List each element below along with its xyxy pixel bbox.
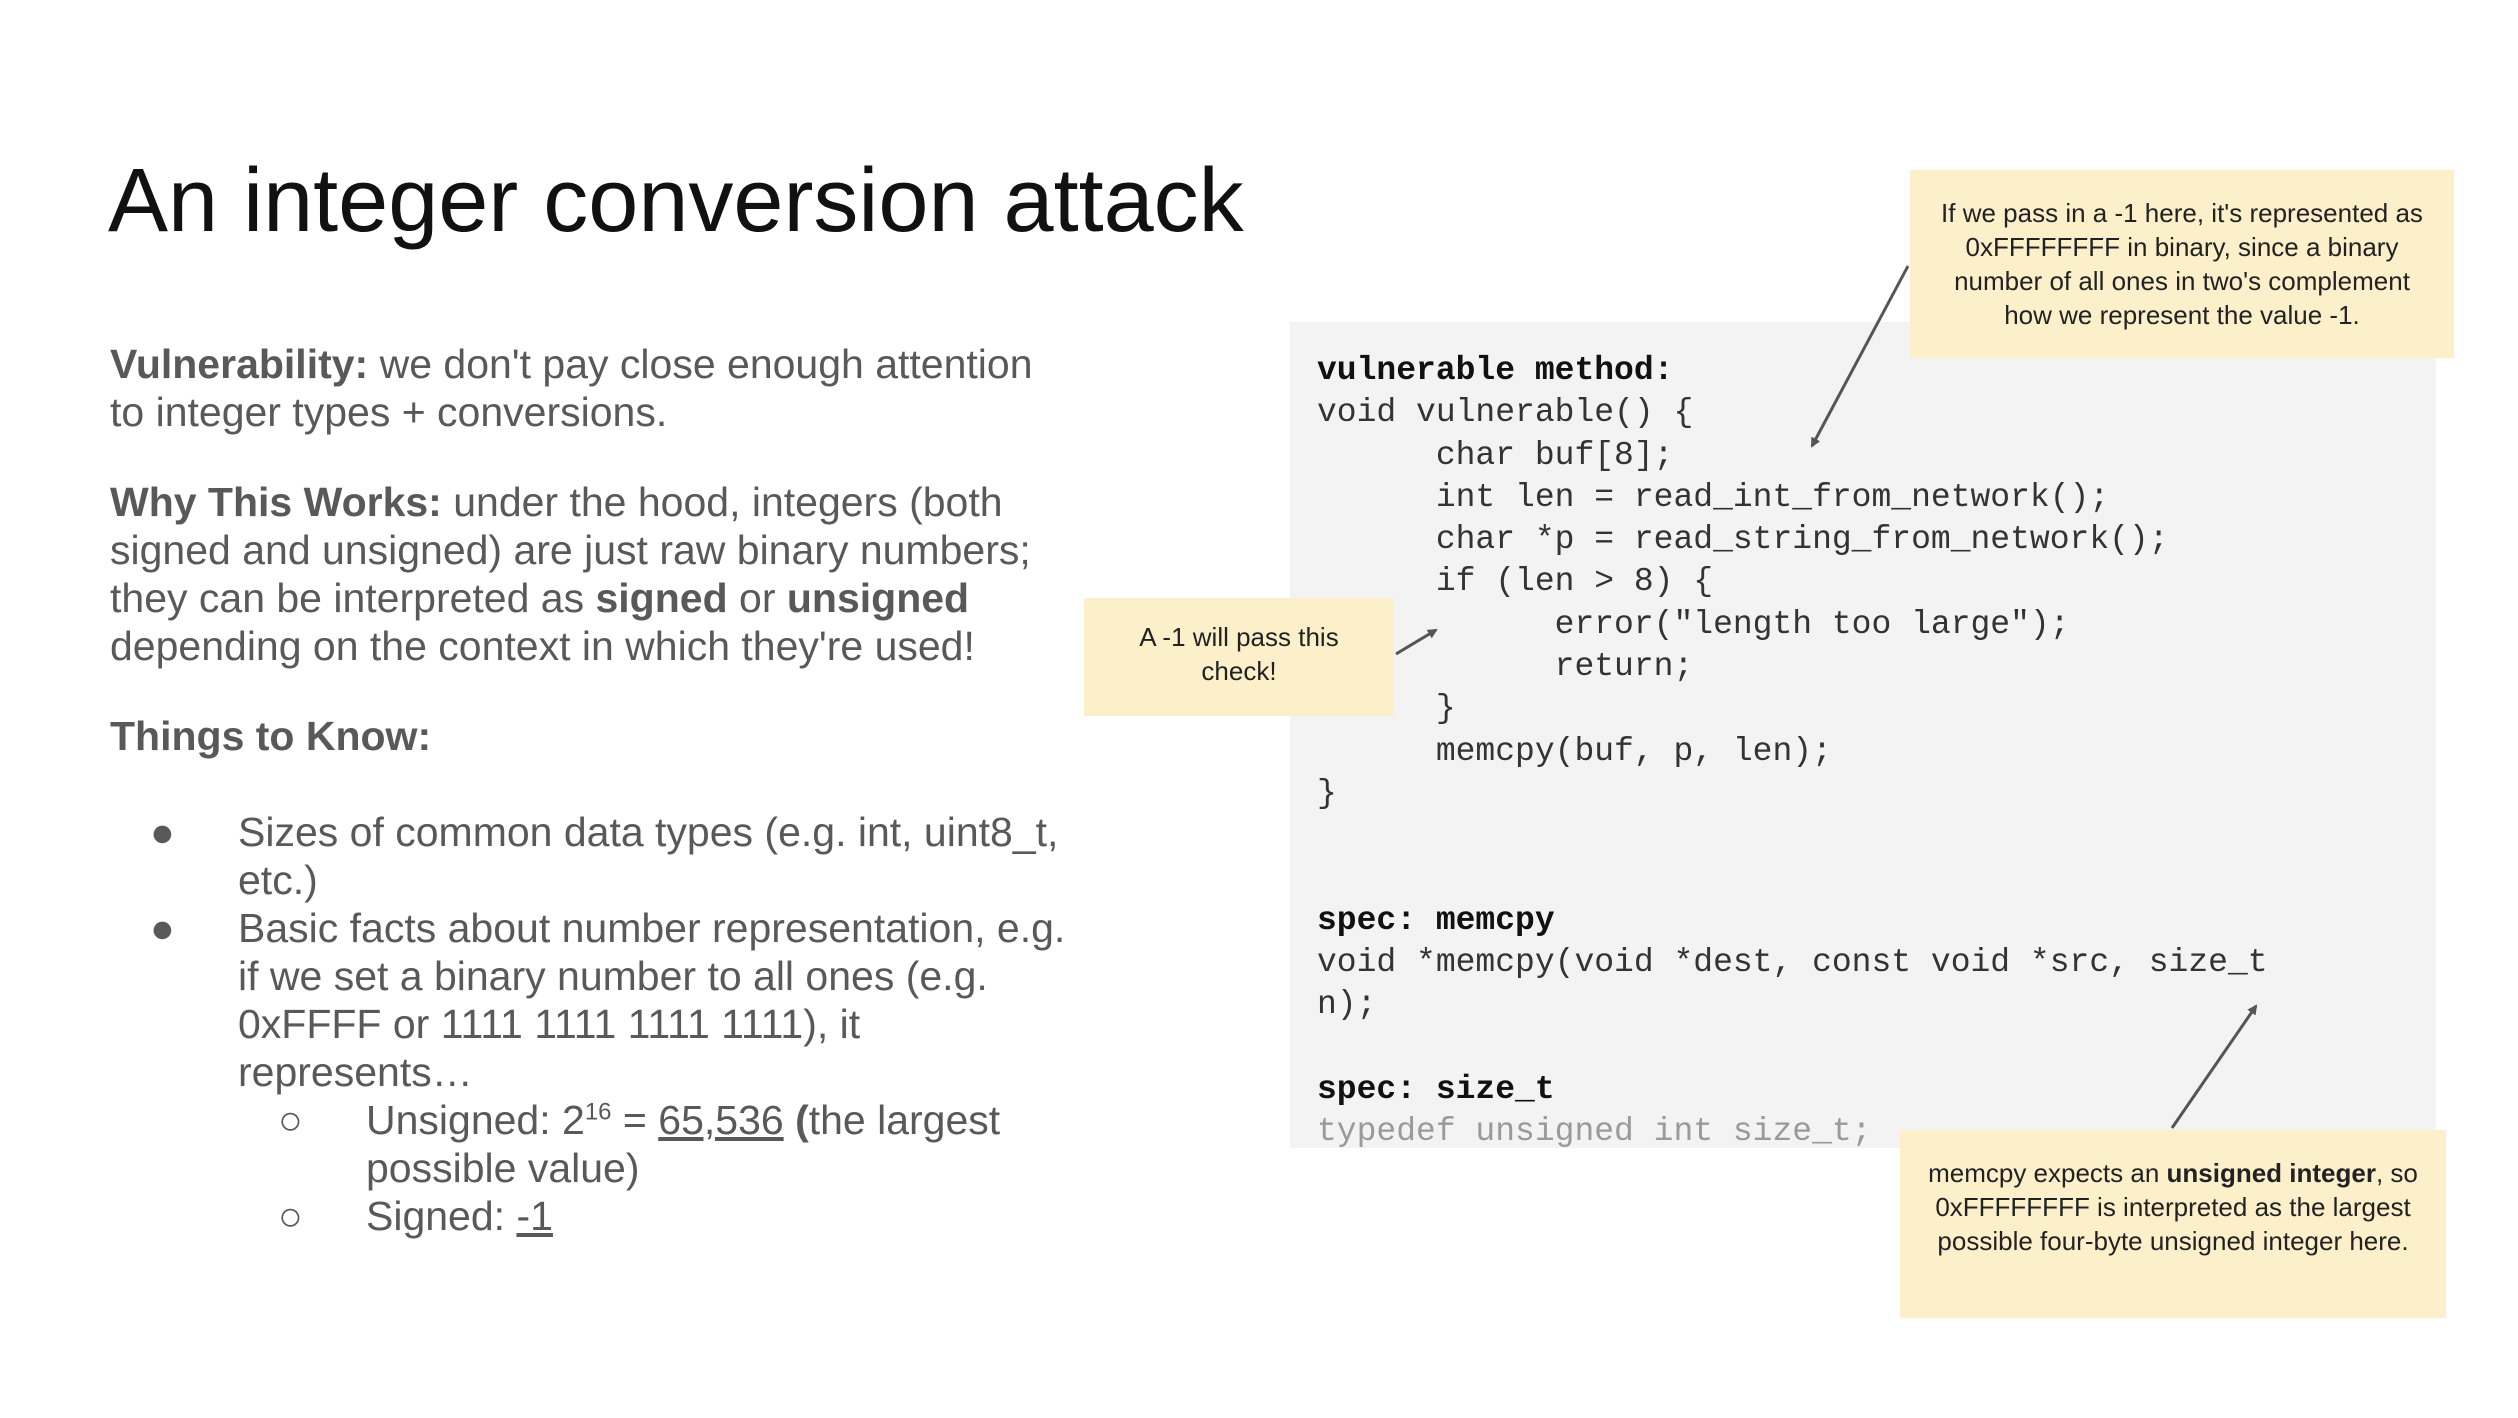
sub-list-item-unsigned: ○ Unsigned: 216 = 65,536 (the largest po…: [238, 1096, 1070, 1192]
sub-list: ○ Unsigned: 216 = 65,536 (the largest po…: [238, 1096, 1070, 1240]
slide-title: An integer conversion attack: [108, 151, 1244, 251]
signed-value: -1: [516, 1193, 553, 1239]
sub-bullet-icon: ○: [278, 1097, 303, 1143]
code-line: n);: [1317, 986, 1377, 1024]
things-heading: Things to Know:: [110, 713, 432, 759]
why-text-2: or: [727, 575, 787, 621]
list-item-text: Basic facts about number representation,…: [238, 905, 1066, 1095]
code-block: vulnerable method: void vulnerable() { c…: [1317, 350, 2268, 1154]
list-item: ● Sizes of common data types (e.g. int, …: [110, 808, 1070, 904]
code-line: typedef unsigned int size_t;: [1317, 1113, 1872, 1151]
code-label-memcpy: spec: memcpy: [1317, 901, 1555, 939]
things-list: ● Sizes of common data types (e.g. int, …: [110, 808, 1070, 1240]
signed-keyword: signed: [595, 575, 728, 621]
list-item: ● Basic facts about number representatio…: [110, 904, 1070, 1240]
unsigned-keyword: unsigned: [786, 575, 970, 621]
note-top: If we pass in a -1 here, it's represente…: [1910, 170, 2454, 358]
code-line: void vulnerable() {: [1317, 394, 1694, 432]
vulnerability-label: Vulnerability:: [110, 341, 369, 387]
unsigned-value: 65,536: [658, 1097, 784, 1143]
code-line: }: [1317, 774, 1337, 812]
sub-bullet-icon: ○: [278, 1193, 303, 1239]
bullet-icon: ●: [150, 809, 175, 855]
signed-prefix: Signed:: [366, 1193, 517, 1239]
bullet-icon: ●: [150, 905, 175, 951]
code-line: char *p = read_string_from_network();: [1317, 521, 2169, 559]
note-middle: A -1 will pass this check!: [1084, 598, 1394, 716]
code-label-vulnerable: vulnerable method:: [1317, 352, 1674, 389]
code-line: error("length too large");: [1317, 605, 2070, 643]
equals-sign: =: [611, 1097, 659, 1143]
vulnerability-paragraph: Vulnerability: we don't pay close enough…: [110, 340, 1070, 436]
code-line: if (len > 8) {: [1317, 563, 1714, 601]
why-paragraph: Why This Works: under the hood, integers…: [110, 478, 1070, 670]
note-bottom-prefix: memcpy expects an: [1928, 1158, 2167, 1188]
list-item-text: Sizes of common data types (e.g. int, ui…: [238, 809, 1059, 903]
unsigned-prefix: Unsigned: 2: [366, 1097, 585, 1143]
why-label: Why This Works:: [110, 479, 442, 525]
explanation-panel: Vulnerability: we don't pay close enough…: [110, 340, 1070, 1240]
code-line: int len = read_int_from_network();: [1317, 478, 2110, 516]
note-bottom: memcpy expects an unsigned integer, so 0…: [1900, 1130, 2446, 1318]
exponent: 16: [584, 1098, 612, 1126]
code-line: memcpy(buf, p, len);: [1317, 732, 1832, 770]
slide: An integer conversion attack Vulnerabili…: [0, 0, 2518, 1418]
open-paren: (: [783, 1097, 809, 1143]
note-bottom-bold: unsigned integer: [2166, 1158, 2376, 1188]
sub-list-item-signed: ○ Signed: -1: [238, 1192, 1070, 1240]
code-line: void *memcpy(void *dest, const void *src…: [1317, 944, 2268, 982]
code-line: char buf[8];: [1317, 436, 1674, 474]
code-label-size-t: spec: size_t: [1317, 1071, 1555, 1109]
why-text-3: depending on the context in which they'r…: [110, 623, 975, 669]
